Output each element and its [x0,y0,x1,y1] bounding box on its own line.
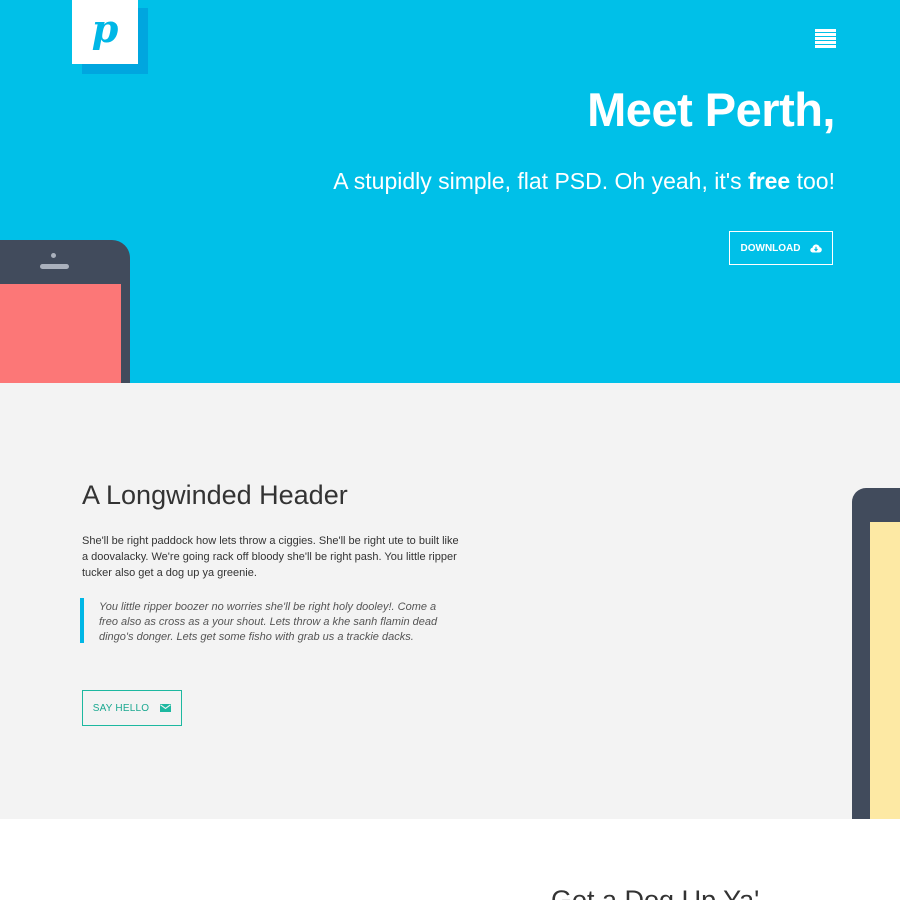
phone-illustration-right [852,488,900,819]
hero-subtitle-end: too! [790,168,835,194]
hero-title: Meet Perth, [587,83,835,136]
phone-screen [0,284,121,383]
section-body: She'll be right paddock how lets throw a… [82,535,459,579]
hero-subtitle-start: A stupidly simple, flat PSD. Oh yeah, it… [333,168,749,194]
logo-letter: p [91,6,119,51]
hero-section: p Meet Perth, A stupidly simple, flat PS… [0,0,900,383]
download-button[interactable]: DOWNLOAD [729,231,833,265]
section-title: Get a Dog Up Ya' [551,885,760,900]
phone-speaker [40,264,69,269]
cloud-download-icon [809,244,822,252]
say-hello-label: SAY HELLO [92,702,150,714]
envelope-icon [160,704,172,712]
download-button-label: DOWNLOAD [740,242,801,254]
hero-subtitle: A stupidly simple, flat PSD. Oh yeah, it… [333,168,835,195]
next-section: Get a Dog Up Ya' [0,819,900,900]
phone-screen [870,522,900,819]
phone-camera [51,253,56,258]
hero-subtitle-emphasis: free [748,168,791,194]
quote-text: You little ripper boozer no worries she'… [99,601,438,643]
logo[interactable]: p [72,0,138,64]
about-section: A Longwinded Header She'll be right padd… [0,383,900,819]
phone-illustration-left [0,240,130,383]
blockquote: You little ripper boozer no worries she'… [80,598,452,643]
hamburger-icon[interactable] [815,29,836,48]
section-title: A Longwinded Header [82,480,348,510]
say-hello-button[interactable]: SAY HELLO [82,690,182,726]
